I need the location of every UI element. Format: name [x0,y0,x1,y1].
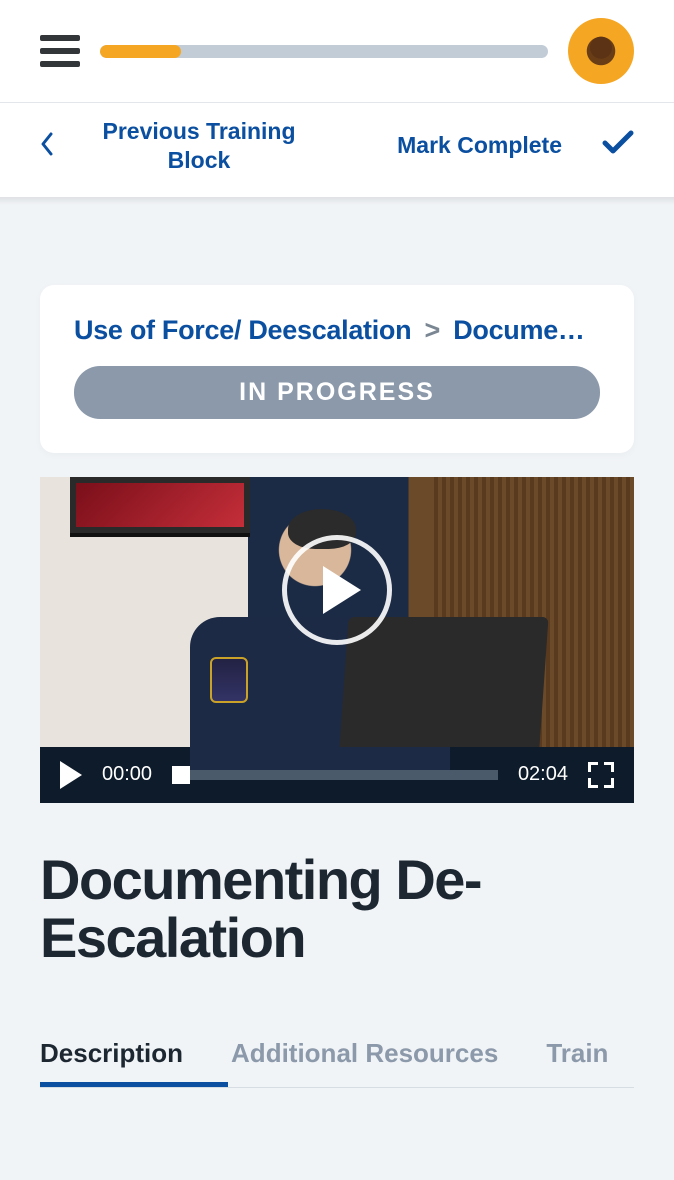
breadcrumb-separator: > [425,315,440,345]
menu-icon[interactable] [40,35,80,67]
chevron-left-icon [40,132,54,160]
previous-block-link[interactable]: Previous Training Block [40,117,397,175]
video-player[interactable]: 00:00 02:04 [40,477,634,803]
tab-description[interactable]: Description [40,1038,183,1069]
video-thumbnail [40,477,634,747]
play-button[interactable] [60,761,82,789]
course-progress-fill [100,45,181,58]
video-seek-bar[interactable] [172,770,498,780]
breadcrumb-parent[interactable]: Use of Force/ Deescalation [74,315,411,345]
status-badge: IN PROGRESS [74,366,600,419]
course-progress-bar [100,45,548,58]
top-header [0,0,674,103]
tab-additional-resources[interactable]: Additional Resources [231,1038,498,1069]
page-title: Documenting De-Escalation [40,851,634,969]
top-row [40,18,634,84]
play-icon[interactable] [282,535,392,645]
video-seek-knob[interactable] [172,766,190,784]
check-icon[interactable] [602,129,634,163]
fullscreen-icon[interactable] [588,762,614,788]
tab-underline [40,1082,228,1088]
avatar[interactable] [568,18,634,84]
video-duration: 02:04 [518,763,568,786]
breadcrumb[interactable]: Use of Force/ Deescalation > Docume… [74,315,600,346]
tab-train[interactable]: Train [546,1038,608,1069]
video-current-time: 00:00 [102,763,152,786]
shadow [0,197,674,205]
breadcrumb-card: Use of Force/ Deescalation > Docume… IN … [40,285,634,453]
mark-complete-button[interactable]: Mark Complete [397,132,562,159]
previous-block-label: Previous Training Block [84,117,314,175]
breadcrumb-current[interactable]: Docume… [453,315,584,345]
tabs: Description Additional Resources Train [40,1038,634,1088]
content: Use of Force/ Deescalation > Docume… IN … [0,205,674,1089]
lesson-nav: Previous Training Block Mark Complete [0,103,674,197]
